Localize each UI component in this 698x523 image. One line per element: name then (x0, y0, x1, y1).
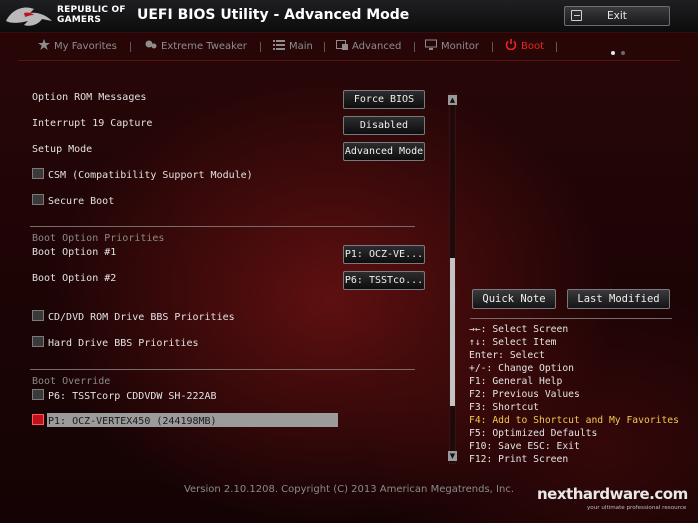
help-line: Enter: Select (469, 350, 545, 361)
boot-option-2-label: Boot Option #2 (32, 273, 117, 284)
boot-override-item-selected[interactable]: P1: OCZ-VERTEX450 (244198MB) (32, 414, 217, 430)
csm-submenu[interactable]: CSM (Compatibility Support Module) (32, 168, 253, 184)
brand-line-2: GAMERS (57, 15, 102, 25)
submenu-arrow-icon (32, 194, 44, 205)
setup-mode-select[interactable]: Advanced Mode (343, 142, 425, 161)
boot-option-2-select[interactable]: P6: TSSTco... (343, 271, 425, 290)
secure-boot-label: Secure Boot (48, 196, 115, 207)
last-modified-button[interactable]: Last Modified (567, 289, 670, 309)
page-indicator (611, 40, 631, 55)
tab-label: Advanced (352, 41, 402, 52)
submenu-arrow-icon (32, 414, 44, 425)
scroll-down-icon[interactable]: ▼ (448, 451, 457, 461)
key-help-list: →←: Select Screen ↑↓: Select Item Enter:… (469, 323, 689, 466)
secure-boot-submenu[interactable]: Secure Boot (32, 194, 114, 210)
help-line: ↑↓: Select Item (469, 337, 557, 348)
exit-icon (571, 10, 582, 21)
tweaker-icon (145, 40, 157, 49)
option-rom-messages-label: Option ROM Messages (32, 92, 147, 103)
tab-label: Extreme Tweaker (161, 41, 247, 52)
exit-label: Exit (607, 10, 627, 22)
tab-label: Boot (521, 41, 545, 52)
submenu-arrow-icon (32, 389, 44, 400)
quick-note-button[interactable]: Quick Note (472, 289, 556, 309)
monitor-icon (425, 39, 437, 50)
brand-line-1: REPUBLIC OF (57, 5, 126, 15)
boot-override-heading: Boot Override (32, 376, 111, 387)
tab-separator (556, 42, 557, 52)
help-line: F5: Optimized Defaults (469, 428, 598, 439)
rog-logo-icon (6, 7, 52, 26)
tab-separator (260, 42, 261, 52)
tab-extreme-tweaker[interactable]: Extreme Tweaker (145, 39, 247, 55)
interrupt-19-label: Interrupt 19 Capture (32, 118, 153, 129)
help-divider (470, 318, 672, 319)
help-line: →←: Select Screen (469, 324, 569, 335)
advanced-icon (336, 40, 348, 50)
section-divider (30, 369, 415, 370)
title-bar: REPUBLIC OF GAMERS UEFI BIOS Utility - A… (0, 0, 698, 33)
section-divider (30, 226, 415, 227)
page-dot (621, 51, 625, 55)
tab-separator (492, 42, 493, 52)
hard-drive-priorities-submenu[interactable]: Hard Drive BBS Priorities (32, 336, 199, 352)
page-title: UEFI BIOS Utility - Advanced Mode (137, 7, 410, 23)
tab-separator (414, 42, 415, 52)
tab-advanced[interactable]: Advanced (336, 39, 401, 55)
star-icon (38, 39, 50, 50)
brand-text: REPUBLIC OF GAMERS (57, 5, 126, 25)
scrollbar-thumb[interactable] (450, 258, 455, 406)
boot-override-label: P1: OCZ-VERTEX450 (244198MB) (48, 416, 217, 427)
tab-label: Monitor (441, 41, 480, 52)
help-line-highlighted: F4: Add to Shortcut and My Favorites (469, 415, 679, 426)
tab-label: My Favorites (54, 41, 117, 52)
option-rom-messages-select[interactable]: Force BIOS (343, 90, 425, 109)
boot-option-1-label: Boot Option #1 (32, 247, 117, 258)
tab-separator (324, 42, 325, 52)
boot-override-item[interactable]: P6: TSSTcorp CDDVDW SH-222AB (32, 389, 217, 405)
submenu-arrow-icon (32, 336, 44, 347)
tab-separator (130, 42, 131, 52)
help-line: F1: General Help (469, 376, 563, 387)
watermark-logo: nexthardware.com your ultimate professio… (537, 485, 697, 521)
exit-button[interactable]: Exit (564, 6, 670, 26)
hdd-label: Hard Drive BBS Priorities (48, 338, 199, 349)
csm-label: CSM (Compatibility Support Module) (48, 170, 253, 181)
tab-boot[interactable]: Boot (505, 39, 544, 55)
interrupt-19-select[interactable]: Disabled (343, 116, 425, 135)
boot-option-priorities-heading: Boot Option Priorities (32, 233, 165, 244)
page-dot-active (611, 51, 615, 55)
boot-override-label: P6: TSSTcorp CDDVDW SH-222AB (48, 391, 217, 402)
help-line: F2: Previous Values (469, 389, 580, 400)
footer: Version 2.10.1208. Copyright (C) 2013 Am… (0, 475, 698, 523)
tab-bar: My Favorites Extreme Tweaker Main Advanc… (14, 34, 674, 58)
power-icon (505, 39, 517, 50)
tab-main[interactable]: Main (273, 39, 313, 55)
help-line: F10: Save ESC: Exit (469, 441, 580, 452)
boot-option-1-select[interactable]: P1: OCZ-VE... (343, 245, 425, 264)
tab-label: Main (289, 41, 313, 52)
tab-monitor[interactable]: Monitor (425, 39, 479, 55)
cd-dvd-label: CD/DVD ROM Drive BBS Priorities (48, 312, 235, 323)
tab-my-favorites[interactable]: My Favorites (38, 39, 117, 55)
scroll-up-icon[interactable]: ▲ (448, 95, 457, 105)
help-line: F12: Print Screen (469, 454, 569, 465)
cd-dvd-priorities-submenu[interactable]: CD/DVD ROM Drive BBS Priorities (32, 310, 235, 326)
submenu-arrow-icon (32, 310, 44, 321)
list-icon (273, 40, 285, 50)
help-line: F3: Shortcut (469, 402, 539, 413)
watermark-subtitle: your ultimate professional resource (587, 505, 687, 511)
watermark-title: nexthardware.com (537, 485, 688, 503)
help-line: +/-: Change Option (469, 363, 574, 374)
setup-mode-label: Setup Mode (32, 144, 93, 155)
submenu-arrow-icon (32, 168, 44, 179)
